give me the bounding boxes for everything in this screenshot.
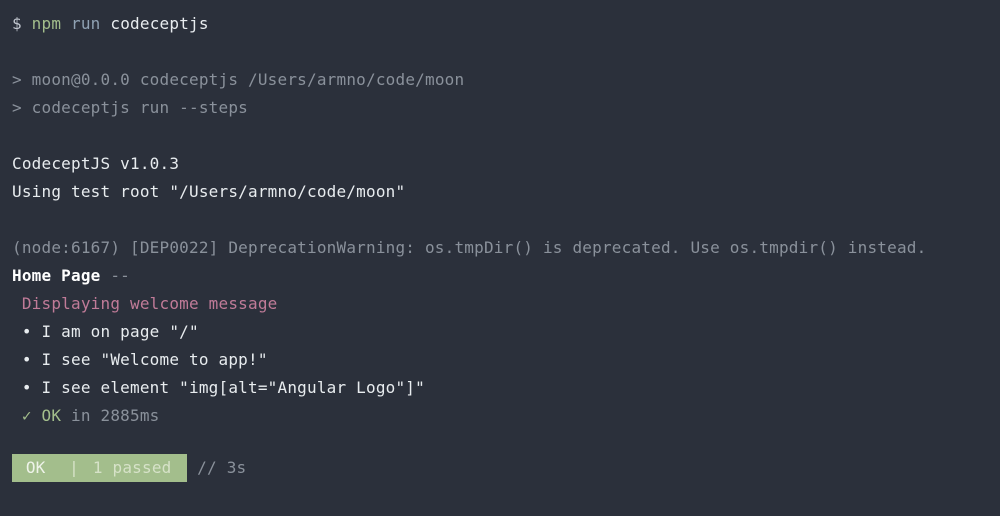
- task-name: codeceptjs: [110, 14, 208, 33]
- test-root-line: Using test root "/Users/armno/code/moon": [12, 178, 988, 206]
- command-line[interactable]: $ npm run codeceptjs: [12, 10, 988, 38]
- footer-duration: 3s: [227, 458, 247, 477]
- npm-script-header-1: > moon@0.0.0 codeceptjs /Users/armno/cod…: [12, 66, 988, 94]
- npm-script-header-2: > codeceptjs run --steps: [12, 94, 988, 122]
- scenario-title: Displaying welcome message: [12, 290, 988, 318]
- step-line: • I see "Welcome to app!": [12, 346, 988, 374]
- result-line: ✓ OK in 2885ms: [12, 402, 988, 430]
- codeceptjs-version: CodeceptJS v1.0.3: [12, 150, 988, 178]
- terminal-output: $ npm run codeceptjs > moon@0.0.0 codece…: [12, 10, 988, 482]
- suite-name: Home Page: [12, 266, 101, 285]
- check-icon: ✓: [12, 406, 42, 425]
- footer-comment: //: [187, 458, 226, 477]
- step-line: • I am on page "/": [12, 318, 988, 346]
- npm-word: npm: [32, 14, 71, 33]
- status-badge: OK | 1 passed: [12, 454, 187, 482]
- status-bar: OK | 1 passed // 3s: [12, 454, 988, 482]
- prompt-symbol: $: [12, 14, 32, 33]
- timing-text: in 2885ms: [61, 406, 159, 425]
- step-line: • I see element "img[alt="Angular Logo"]…: [12, 374, 988, 402]
- deprecation-warning: (node:6167) [DEP0022] DeprecationWarning…: [12, 234, 988, 262]
- run-word: run: [71, 14, 110, 33]
- suite-line: Home Page --: [12, 262, 988, 290]
- ok-text: OK: [42, 406, 62, 425]
